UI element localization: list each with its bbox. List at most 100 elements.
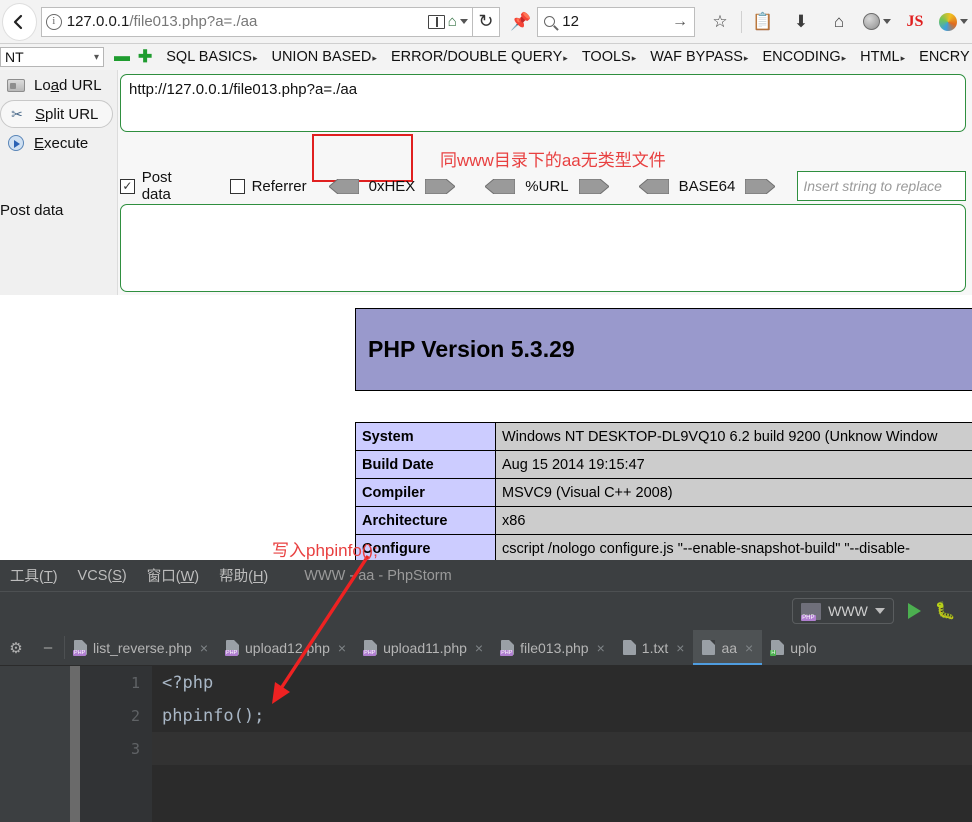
- table-value: Aug 15 2014 19:15:47: [495, 450, 972, 479]
- reload-icon[interactable]: ↻: [472, 6, 501, 37]
- split-url-button[interactable]: ✂ Split URL: [0, 100, 113, 128]
- code-text: phpinfo();: [162, 705, 265, 726]
- hex-encoder-label: 0xHEX: [368, 177, 416, 195]
- chevron-down-icon: ▾: [93, 51, 99, 63]
- firefox-addon-icon[interactable]: [934, 3, 972, 41]
- close-icon[interactable]: ×: [200, 640, 208, 656]
- hackbar-url-input[interactable]: http://127.0.0.1/file013.php?a=./aa: [120, 74, 966, 132]
- table-row: Architecture x86: [355, 506, 972, 535]
- home-icon[interactable]: ⌂: [448, 13, 457, 30]
- post-data-side-label: Post data: [0, 202, 64, 219]
- close-icon[interactable]: ×: [475, 640, 483, 656]
- url-encoder-label: %URL: [525, 177, 569, 195]
- tab-aa[interactable]: aa ×: [693, 630, 763, 665]
- home-icon[interactable]: ⌂: [820, 3, 858, 41]
- browser-tool-icons: ☆ 📋 ⬇ ⌂ JS: [701, 3, 972, 41]
- hackbar-type-value: NT: [5, 49, 24, 65]
- execute-button[interactable]: Execute: [0, 128, 117, 158]
- address-bar-value: 127.0.0.1/file013.php?a=./aa: [66, 13, 258, 30]
- tab-label: uplo: [790, 639, 817, 656]
- run-button-icon[interactable]: [907, 603, 921, 619]
- hackbar-menu-union-based[interactable]: UNION BASED▸: [271, 49, 376, 65]
- bookmark-star-icon[interactable]: ☆: [701, 3, 739, 41]
- page-info-icon[interactable]: i: [45, 13, 62, 30]
- checkbox-box: [229, 178, 245, 194]
- table-row: Configure cscript /nologo configure.js "…: [355, 534, 972, 560]
- hackbar-menu-sql-basics[interactable]: SQL BASICS▸: [166, 49, 257, 65]
- replace-string-input[interactable]: Insert string to replace: [797, 171, 966, 201]
- phpstorm-window: 工具(T) VCS(S) 窗口(W) 帮助(H) WWW - aa - PhpS…: [0, 560, 972, 822]
- hackbar-post-data-input[interactable]: [120, 204, 966, 292]
- screenshot-root: i 127.0.0.1/file013.php?a=./aa ⌂ ↻ 📌 12 …: [0, 0, 972, 822]
- text-file-icon: [702, 640, 716, 655]
- reader-view-icon[interactable]: [427, 14, 445, 29]
- tab-file013-php[interactable]: PHP file013.php ×: [492, 630, 614, 665]
- back-arrow-icon[interactable]: [2, 2, 37, 41]
- hackbar-menu-tools[interactable]: TOOLS▸: [582, 49, 636, 65]
- load-url-button[interactable]: Load URL: [0, 70, 117, 100]
- search-bar[interactable]: 12 →: [537, 6, 695, 37]
- hackbar-menu-encryption[interactable]: ENCRY: [919, 49, 970, 65]
- decode-left-arrow-icon[interactable]: [637, 178, 670, 194]
- tab-label: aa: [721, 639, 738, 656]
- referrer-checkbox-label: Referrer: [251, 177, 307, 195]
- encode-right-arrow-icon[interactable]: [578, 178, 610, 194]
- close-icon[interactable]: ×: [745, 640, 753, 656]
- hackbar-menu-error-double-query[interactable]: ERROR/DOUBLE QUERY▸: [391, 49, 568, 65]
- arrow-right-icon[interactable]: →: [672, 13, 688, 31]
- globe-icon[interactable]: [858, 3, 896, 41]
- load-url-icon: [6, 76, 26, 94]
- load-url-label: Load URL: [34, 76, 102, 94]
- editor-left-panel: [0, 666, 70, 822]
- hackbar-menu-items: SQL BASICS▸ UNION BASED▸ ERROR/DOUBLE QU…: [166, 49, 969, 65]
- phpinfo-table: System Windows NT DESKTOP-DL9VQ10 6.2 bu…: [355, 422, 972, 560]
- menu-vcs[interactable]: VCS(S): [68, 568, 137, 584]
- referrer-checkbox[interactable]: Referrer: [229, 177, 307, 195]
- table-value: cscript /nologo configure.js "--enable-s…: [495, 534, 972, 560]
- hex-encoder-group: 0xHEX: [327, 177, 457, 195]
- encode-right-arrow-icon[interactable]: [744, 178, 777, 194]
- post-data-checkbox[interactable]: ✓ Post data: [120, 169, 204, 203]
- pocket-list-icon[interactable]: 📋: [744, 3, 782, 41]
- hackbar-type-select[interactable]: NT ▾: [0, 47, 104, 67]
- address-bar[interactable]: i 127.0.0.1/file013.php?a=./aa ⌂: [40, 6, 473, 37]
- annotation-code-note: 写入phpinfo();: [272, 541, 378, 560]
- chevron-down-icon[interactable]: [459, 19, 468, 24]
- search-input[interactable]: 12: [562, 13, 665, 30]
- menu-tools[interactable]: 工具(T): [0, 565, 68, 586]
- hackbar-menu-waf-bypass[interactable]: WAF BYPASS▸: [650, 49, 748, 65]
- tab-list-reverse-php[interactable]: PHP list_reverse.php ×: [65, 630, 217, 665]
- annotation-arrow-icon: [272, 555, 370, 704]
- table-key: System: [355, 422, 496, 451]
- table-value: Windows NT DESKTOP-DL9VQ10 6.2 build 920…: [495, 422, 972, 451]
- pin-icon[interactable]: 📌: [510, 12, 531, 32]
- close-icon[interactable]: ×: [597, 640, 605, 656]
- run-configuration-selector[interactable]: WWW: [792, 598, 894, 624]
- chevron-down-icon: [874, 608, 885, 614]
- downloads-icon[interactable]: ⬇: [782, 3, 820, 41]
- settings-gear-icon[interactable]: ⚙: [0, 630, 32, 665]
- decode-left-arrow-icon[interactable]: [484, 178, 516, 194]
- tab-1-txt[interactable]: 1.txt ×: [614, 630, 694, 665]
- editor-gutter: 1 2 3: [80, 666, 152, 822]
- minimize-icon[interactable]: –: [32, 630, 64, 665]
- expand-icon[interactable]: ✚: [138, 47, 152, 67]
- split-url-icon: ✂: [11, 105, 23, 122]
- php-file-icon: PHP: [73, 640, 87, 656]
- close-icon[interactable]: ×: [676, 640, 684, 656]
- hackbar-menu-encoding[interactable]: ENCODING▸: [762, 49, 846, 65]
- debug-button-icon[interactable]: 🐛: [935, 601, 956, 621]
- js-toggle-icon[interactable]: JS: [896, 3, 934, 41]
- php-file-icon: PHP: [225, 640, 240, 656]
- decode-left-arrow-icon[interactable]: [327, 178, 360, 194]
- editor-scrollbar[interactable]: [70, 666, 80, 822]
- tab-upload-html[interactable]: H uplo: [762, 630, 825, 665]
- split-url-label: Split URL: [35, 105, 99, 123]
- menu-window[interactable]: 窗口(W): [137, 565, 209, 586]
- tab-label: 1.txt: [641, 639, 669, 656]
- hackbar-options-row: ✓ Post data Referrer 0xHEX %URL BASE64 I…: [120, 169, 966, 203]
- hackbar-side-buttons: Load URL ✂ Split URL Execute Post data: [0, 70, 118, 295]
- encode-right-arrow-icon[interactable]: [424, 178, 457, 194]
- search-icon: [544, 16, 556, 27]
- hackbar-menu-html[interactable]: HTML▸: [860, 49, 905, 65]
